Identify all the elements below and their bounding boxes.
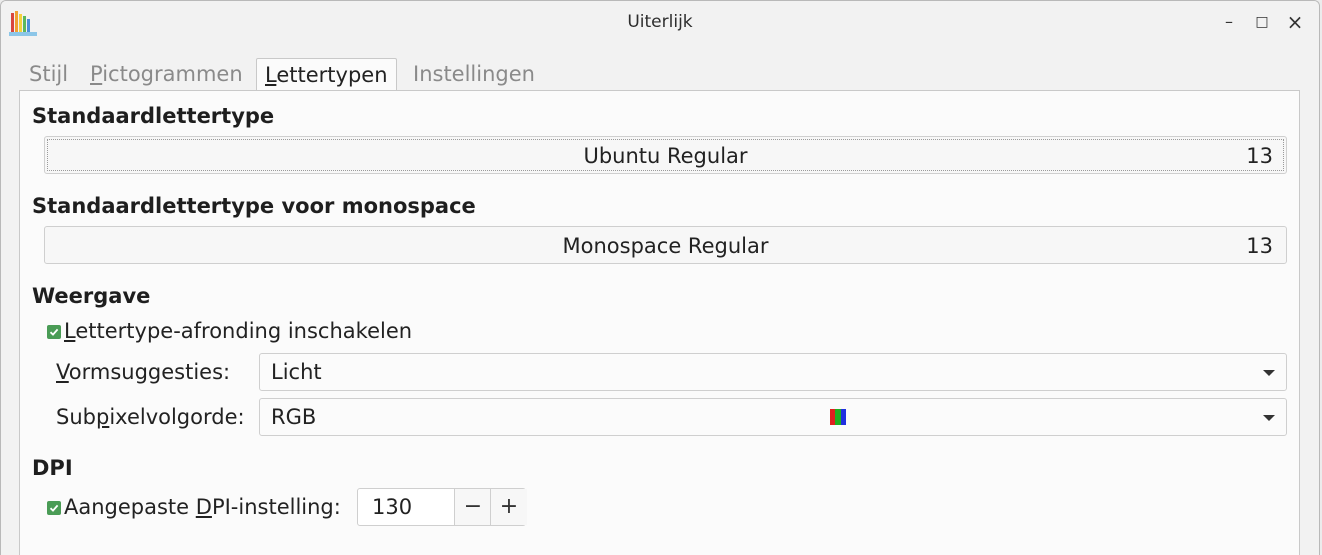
tab-label: Stijl	[29, 62, 69, 86]
custom-dpi-checkbox[interactable]	[47, 501, 61, 515]
tab-mnemonic: L	[265, 63, 277, 87]
hinting-label: Vormsuggesties:	[56, 360, 230, 384]
appearance-window: Uiterlijk – □ × Stijl Pictogrammen Lette…	[0, 0, 1320, 555]
title-bar[interactable]: Uiterlijk – □ ×	[1, 1, 1319, 43]
default-font-size: 13	[1246, 144, 1273, 168]
monospace-font-button[interactable]: Monospace Regular 13	[44, 226, 1287, 264]
tab-stijl[interactable]: Stijl	[21, 58, 76, 91]
monospace-font-heading: Standaardlettertype voor monospace	[32, 194, 476, 218]
hinting-value: Licht	[271, 360, 322, 384]
close-button[interactable]: ×	[1285, 11, 1305, 33]
maximize-button[interactable]: □	[1252, 11, 1272, 33]
dpi-value: 130	[372, 495, 413, 519]
monospace-font-size: 13	[1246, 234, 1273, 258]
hinting-label-text: ormsuggesties:	[68, 360, 231, 384]
antialias-label-text: ettertype-afronding inschakelen	[75, 319, 413, 343]
tab-lettertypen[interactable]: Lettertypen	[256, 58, 397, 92]
subpixel-combobox[interactable]: RGB	[259, 398, 1287, 436]
antialias-label: Lettertype-afronding inschakelen	[64, 319, 412, 343]
checkmark-icon	[49, 504, 59, 512]
custom-dpi-mnemonic: D	[195, 495, 212, 519]
dpi-heading: DPI	[32, 456, 73, 480]
subpixel-label: Subpixelvolgorde:	[56, 405, 245, 429]
minimize-button[interactable]: –	[1219, 11, 1239, 33]
chevron-down-icon	[1263, 415, 1275, 421]
dpi-spinbutton[interactable]: 130 − +	[357, 488, 527, 526]
dpi-increment-button[interactable]: +	[490, 489, 527, 525]
subpixel-label-text: ixelvolgorde:	[109, 405, 245, 429]
tab-label: ictogrammen	[102, 62, 243, 86]
tab-mnemonic: P	[90, 62, 103, 86]
chevron-down-icon	[1263, 370, 1275, 376]
rgb-subpixel-icon	[830, 409, 846, 425]
tab-pictogrammen[interactable]: Pictogrammen	[82, 58, 251, 91]
dpi-decrement-button[interactable]: −	[454, 489, 491, 525]
custom-dpi-label-text: PI-instelling:	[211, 495, 341, 519]
monospace-font-name: Monospace Regular	[562, 234, 769, 258]
subpixel-label-pre: Sub	[56, 405, 96, 429]
window-title: Uiterlijk	[627, 12, 693, 32]
custom-dpi-label: Aangepaste DPI-instelling:	[64, 495, 341, 519]
default-font-name: Ubuntu Regular	[583, 144, 748, 168]
subpixel-mnemonic: p	[95, 405, 110, 429]
antialias-checkbox[interactable]	[47, 325, 61, 339]
default-font-button[interactable]: Ubuntu Regular 13	[44, 136, 1287, 174]
tab-label: Instellingen	[413, 62, 535, 86]
default-font-heading: Standaardlettertype	[32, 104, 275, 128]
hinting-combobox[interactable]: Licht	[259, 353, 1287, 391]
custom-dpi-label-pre: Aangepaste	[64, 495, 196, 519]
hinting-mnemonic: V	[56, 360, 69, 384]
checkmark-icon	[49, 328, 59, 336]
tab-instellingen[interactable]: Instellingen	[405, 58, 543, 91]
antialias-mnemonic: L	[64, 319, 76, 343]
tab-label: ettertypen	[276, 63, 388, 87]
subpixel-value: RGB	[271, 405, 317, 429]
rendering-heading: Weergave	[32, 284, 151, 308]
